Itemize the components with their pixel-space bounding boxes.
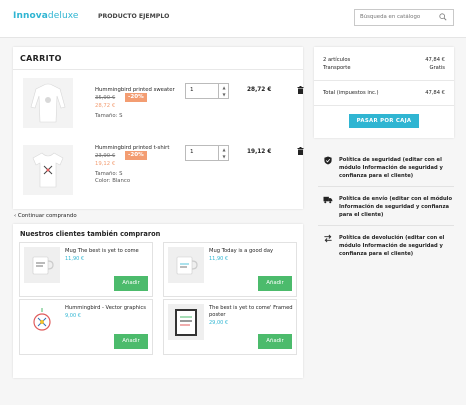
add-to-cart-button[interactable]: Añadir (258, 276, 292, 291)
summary-total-row: Total (impuestos inc.) 47,84 € (323, 90, 445, 96)
discounted-price: 19,12 € (95, 161, 116, 167)
checkout-button[interactable]: PASAR POR CAJA (349, 114, 419, 128)
discount-badge: -20% (125, 151, 147, 160)
shield-check-icon (324, 156, 332, 165)
cart-item: Hummingbird printed sweater 35,90 € -20%… (13, 78, 304, 138)
summary-shipping-row: Transporte Gratis (323, 65, 445, 71)
product-attribute-size: Tamaño: S (95, 171, 123, 177)
continue-shopping-link[interactable]: ‹ Continuar comprando (14, 213, 77, 219)
logo-sub: deluxe (47, 11, 79, 21)
cart-summary-panel: 2 artículos 47,84 € Transporte Gratis To… (314, 47, 454, 138)
product-price: 9,00 € (65, 313, 81, 319)
product-attribute-color: Color: Blanco (95, 178, 131, 184)
divider (218, 146, 219, 160)
divider (314, 105, 454, 106)
also-bought-title: Nuestros clientes también compraron (20, 230, 161, 238)
quantity-value[interactable]: 1 (190, 87, 194, 93)
framed-poster-product-image[interactable] (168, 304, 204, 340)
total-value: 47,84 € (425, 90, 445, 96)
add-to-cart-button[interactable]: Añadir (258, 334, 292, 349)
articles-value: 47,84 € (425, 57, 445, 63)
divider (218, 84, 219, 98)
chevron-down-icon[interactable]: ▼ (220, 154, 228, 160)
chevron-left-icon: ‹ (14, 213, 17, 219)
chevron-down-icon[interactable]: ▼ (220, 92, 228, 98)
search-box (354, 9, 454, 26)
product-price: 11,90 € (65, 256, 85, 262)
reassurance-security: Política de seguridad (editar con el mód… (323, 156, 453, 180)
reassurance-text: Política de devolución (editar con el mó… (339, 235, 445, 257)
quantity-stepper[interactable]: 1 ▲ ▼ (185, 83, 229, 99)
mug-product-image[interactable] (168, 247, 204, 283)
line-total: 28,72 € (247, 87, 272, 93)
reassurance-shipping: Política de envío (editar con el módulo … (323, 195, 453, 219)
continue-shopping-label: Continuar comprando (17, 213, 77, 219)
divider (314, 80, 454, 81)
sweater-product-image[interactable] (23, 78, 73, 128)
quantity-value[interactable]: 1 (190, 149, 194, 155)
regular-price: 23,90 € (95, 153, 116, 159)
tshirt-product-image[interactable] (23, 145, 73, 195)
line-total: 19,12 € (247, 149, 272, 155)
mug-product-image[interactable] (24, 247, 60, 283)
search-input[interactable] (360, 14, 440, 20)
also-bought-panel: Nuestros clientes también compraron Mug … (13, 224, 303, 378)
product-card[interactable]: Mug The best is yet to come 11,90 € Añad… (19, 242, 153, 297)
cart-item: Hummingbird printed t-shirt 23,90 € -20%… (13, 145, 304, 205)
discount-badge: -20% (125, 93, 147, 102)
add-to-cart-button[interactable]: Añadir (114, 276, 148, 291)
product-price: 11,90 € (209, 256, 229, 262)
cart-title: CARRITO (20, 54, 62, 63)
vector-graphic-product-image[interactable] (24, 304, 60, 340)
divider (318, 225, 454, 226)
reassurance-text: Política de envío (editar con el módulo … (339, 196, 453, 218)
product-name[interactable]: The best is yet to come' Framed poster (209, 305, 296, 319)
reassurance-text: Política de seguridad (editar con el mód… (339, 157, 443, 179)
cart-panel: CARRITO Hummingbird printed sweater 35,9… (13, 47, 304, 209)
product-name[interactable]: Hummingbird - Vector graphics (65, 305, 146, 312)
divider (13, 69, 303, 70)
search-icon[interactable] (439, 13, 447, 21)
product-name[interactable]: Mug Today is a good day (209, 248, 273, 255)
trash-icon[interactable] (297, 147, 304, 155)
discounted-price: 28,72 € (95, 103, 116, 109)
swap-arrows-icon (324, 234, 332, 243)
articles-label: 2 artículos (323, 57, 351, 63)
product-card[interactable]: Mug Today is a good day 11,90 € Añadir (163, 242, 297, 297)
divider (318, 186, 454, 187)
product-attribute-size: Tamaño: S (95, 113, 123, 119)
chevron-up-icon[interactable]: ▲ (220, 85, 228, 91)
trash-icon[interactable] (297, 86, 304, 94)
add-to-cart-button[interactable]: Añadir (114, 334, 148, 349)
product-card[interactable]: Hummingbird - Vector graphics 9,00 € Aña… (19, 299, 153, 355)
quantity-stepper[interactable]: 1 ▲ ▼ (185, 145, 229, 161)
shipping-value: Gratis (429, 65, 445, 71)
summary-articles-row: 2 artículos 47,84 € (323, 57, 445, 63)
truck-icon (323, 196, 333, 204)
logo[interactable]: Innovadeluxe (13, 11, 79, 21)
product-price: 29,00 € (209, 320, 229, 326)
nav-link-producto-ejemplo[interactable]: PRODUCTO EJEMPLO (98, 13, 169, 20)
shipping-label: Transporte (323, 65, 351, 71)
total-label: Total (impuestos inc.) (323, 90, 379, 96)
product-name[interactable]: Mug The best is yet to come (65, 248, 139, 255)
site-header: Innovadeluxe PRODUCTO EJEMPLO (0, 0, 466, 38)
chevron-up-icon[interactable]: ▲ (220, 147, 228, 153)
product-card[interactable]: The best is yet to come' Framed poster 2… (163, 299, 297, 355)
logo-main: Innova (13, 11, 48, 21)
reassurance-returns: Política de devolución (editar con el mó… (323, 234, 453, 258)
regular-price: 35,90 € (95, 95, 116, 101)
